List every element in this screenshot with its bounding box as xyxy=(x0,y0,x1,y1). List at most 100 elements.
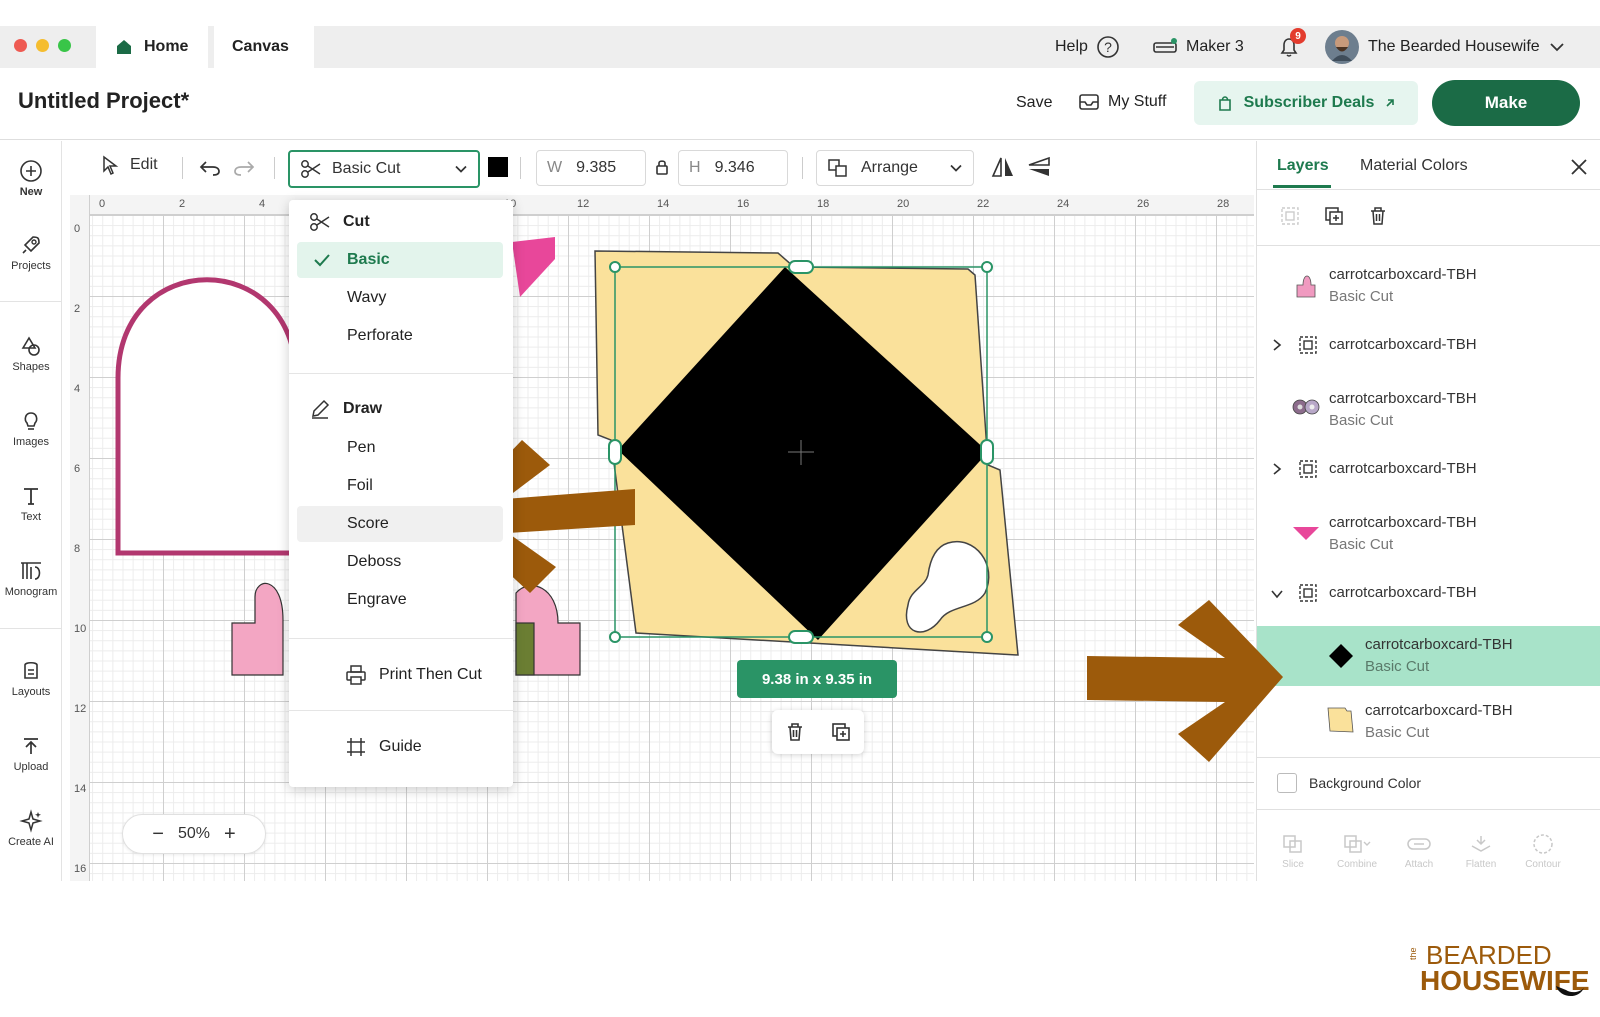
contour-button[interactable]: Contour xyxy=(1513,833,1573,870)
selection-handle[interactable] xyxy=(980,439,994,465)
tab-home[interactable]: Home xyxy=(96,26,208,68)
make-button[interactable]: Make xyxy=(1432,80,1580,126)
project-title[interactable]: Untitled Project* xyxy=(18,88,189,114)
minimize-window-button[interactable] xyxy=(36,39,49,52)
selection-handle[interactable] xyxy=(981,261,993,273)
green-stem-shape[interactable] xyxy=(515,622,535,676)
pink-triangle-shape[interactable] xyxy=(512,237,555,297)
duplicate-icon[interactable] xyxy=(1323,205,1345,227)
nav-create-ai[interactable]: Create AI xyxy=(0,809,62,848)
layer-row-selected[interactable]: carrotcarboxcard-TBH Basic Cut xyxy=(1257,626,1600,686)
my-stuff-button[interactable]: My Stuff xyxy=(1078,92,1166,112)
selection-handle[interactable] xyxy=(981,631,993,643)
layer-row[interactable]: carrotcarboxcard-TBH Basic Cut xyxy=(1257,503,1600,563)
draw-section-header: Draw xyxy=(309,398,382,420)
height-field[interactable]: H 9.346 xyxy=(678,150,788,186)
chevron-down-icon[interactable] xyxy=(1270,588,1284,600)
background-color-toggle[interactable]: Background Color xyxy=(1277,773,1421,793)
selection-handle[interactable] xyxy=(609,631,621,643)
color-swatch-button[interactable] xyxy=(488,157,508,177)
combine-icon xyxy=(1344,835,1371,853)
trash-icon[interactable] xyxy=(784,721,806,743)
menu-item-basic[interactable]: Basic xyxy=(297,242,503,278)
flip-vertical-button[interactable] xyxy=(1026,155,1052,179)
zoom-out-button[interactable]: − xyxy=(152,823,164,846)
combine-button[interactable]: Combine xyxy=(1327,833,1387,870)
nav-monogram[interactable]: Monogram xyxy=(0,559,62,598)
menu-item-foil-label: Foil xyxy=(347,477,373,494)
edit-button[interactable]: Edit xyxy=(100,154,158,176)
lock-proportions-button[interactable] xyxy=(654,158,670,176)
trash-icon[interactable] xyxy=(1367,205,1389,227)
group-icon xyxy=(1299,336,1317,354)
menu-item-foil[interactable]: Foil xyxy=(297,468,503,504)
nav-images[interactable]: Images xyxy=(0,409,62,448)
close-icon[interactable] xyxy=(1569,157,1589,177)
menu-item-deboss[interactable]: Deboss xyxy=(297,544,503,580)
nav-layouts[interactable]: Layouts xyxy=(0,659,62,698)
menu-item-engrave[interactable]: Engrave xyxy=(297,582,503,618)
duplicate-icon[interactable] xyxy=(830,721,852,743)
layer-group-row[interactable]: carrotcarboxcard-TBH xyxy=(1257,319,1600,373)
selection-handle[interactable] xyxy=(788,260,814,274)
group-icon[interactable] xyxy=(1279,205,1301,227)
height-label: H xyxy=(689,159,701,176)
text-icon xyxy=(24,488,38,505)
chevron-right-icon[interactable] xyxy=(1271,338,1283,352)
notifications-button[interactable]: 9 xyxy=(1276,26,1306,68)
machine-button[interactable]: Maker 3 xyxy=(1152,26,1244,68)
selection-handle[interactable] xyxy=(608,439,622,465)
selection-handle[interactable] xyxy=(609,261,621,273)
width-value[interactable]: 9.385 xyxy=(576,159,616,177)
nav-new[interactable]: New xyxy=(0,159,62,198)
undo-button[interactable] xyxy=(198,156,222,178)
layer-row[interactable]: carrotcarboxcard-TBH Basic Cut xyxy=(1257,691,1600,751)
arch-shape[interactable] xyxy=(115,277,299,556)
edit-toolbar: Edit Basic Cut W 9.385 H 9.346 Arrange xyxy=(62,141,1254,193)
attach-button[interactable]: Attach xyxy=(1389,833,1449,870)
nav-upload[interactable]: Upload xyxy=(0,734,62,773)
layer-group-row[interactable]: carrotcarboxcard-TBH xyxy=(1257,567,1600,621)
nav-text[interactable]: Text xyxy=(0,484,62,523)
width-field[interactable]: W 9.385 xyxy=(536,150,646,186)
selection-handle[interactable] xyxy=(788,630,814,644)
subscriber-deals-button[interactable]: Subscriber Deals xyxy=(1194,81,1418,125)
user-menu[interactable]: The Bearded Housewife xyxy=(1324,26,1566,68)
operation-select[interactable]: Basic Cut xyxy=(288,150,480,188)
arrange-select[interactable]: Arrange xyxy=(816,150,974,186)
menu-item-perforate[interactable]: Perforate xyxy=(297,318,503,354)
background-color-checkbox[interactable] xyxy=(1277,773,1297,793)
tab-material-colors[interactable]: Material Colors xyxy=(1360,157,1468,175)
slice-button[interactable]: Slice xyxy=(1263,833,1323,870)
redo-button[interactable] xyxy=(232,156,256,178)
layer-name: carrotcarboxcard-TBH xyxy=(1329,266,1477,283)
menu-item-guide[interactable]: Guide xyxy=(345,736,422,758)
menu-item-pen[interactable]: Pen xyxy=(297,430,503,466)
layer-row[interactable]: carrotcarboxcard-TBH Basic Cut xyxy=(1257,255,1600,315)
dimensions-badge: 9.38 in x 9.35 in xyxy=(737,660,897,698)
flatten-button[interactable]: Flatten xyxy=(1451,833,1511,870)
maximize-window-button[interactable] xyxy=(58,39,71,52)
flip-horizontal-button[interactable] xyxy=(990,155,1016,179)
save-button[interactable]: Save xyxy=(1016,94,1052,112)
design-canvas[interactable]: 0 2 4 10 12 14 16 18 20 22 24 26 28 0 2 … xyxy=(70,195,1254,881)
menu-item-print-then-cut[interactable]: Print Then Cut xyxy=(345,664,482,686)
plus-circle-icon xyxy=(20,160,42,182)
nav-shapes[interactable]: Shapes xyxy=(0,334,62,373)
menu-item-wavy[interactable]: Wavy xyxy=(297,280,503,316)
nav-projects[interactable]: Projects xyxy=(0,233,62,272)
home-icon xyxy=(117,40,131,54)
tab-canvas[interactable]: Canvas xyxy=(214,26,314,68)
svg-text:?: ? xyxy=(1104,39,1112,55)
chevron-right-icon[interactable] xyxy=(1271,462,1283,476)
zoom-in-button[interactable]: + xyxy=(224,823,236,846)
menu-divider xyxy=(289,373,513,374)
pink-wheel-left-shape[interactable] xyxy=(231,582,284,676)
close-window-button[interactable] xyxy=(14,39,27,52)
help-button[interactable]: Help ? xyxy=(1055,26,1120,68)
layer-row[interactable]: carrotcarboxcard-TBH Basic Cut xyxy=(1257,379,1600,439)
tab-layers[interactable]: Layers xyxy=(1277,157,1329,175)
menu-item-score[interactable]: Score xyxy=(297,506,503,542)
layer-group-row[interactable]: carrotcarboxcard-TBH xyxy=(1257,443,1600,497)
height-value[interactable]: 9.346 xyxy=(715,159,755,177)
